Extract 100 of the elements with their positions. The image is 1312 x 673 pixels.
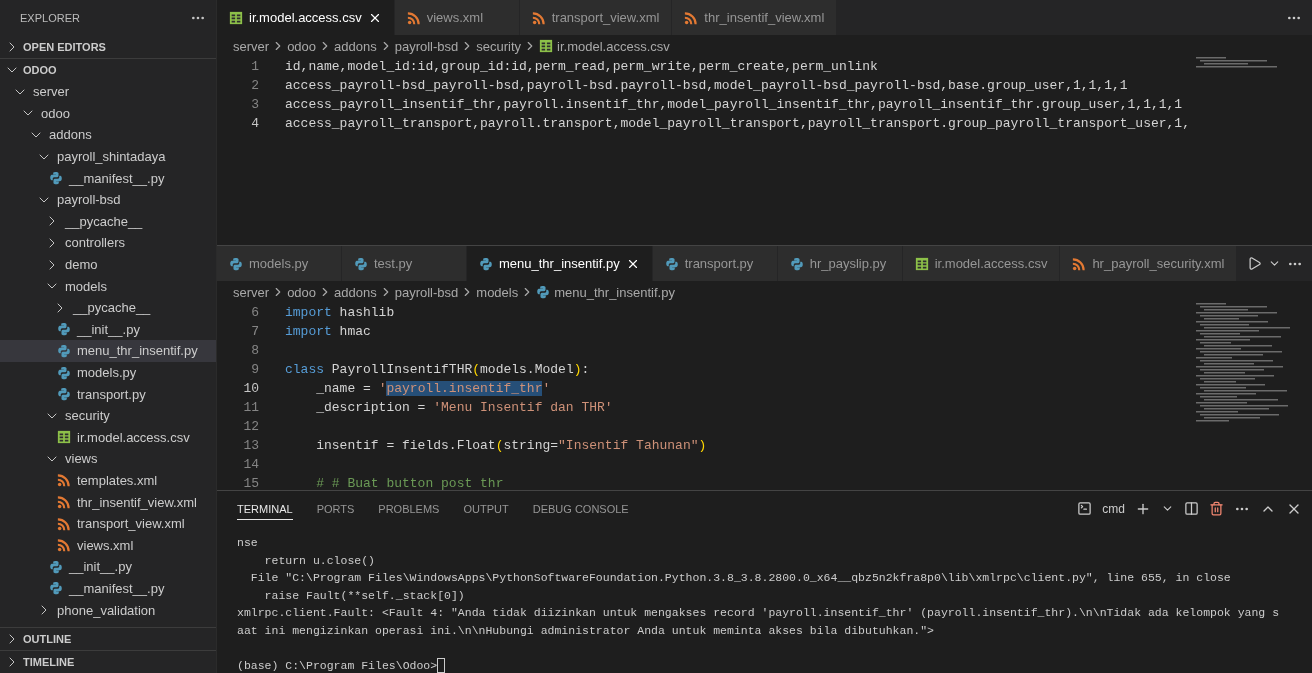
folder-item[interactable]: demo <box>0 253 216 276</box>
editor-tab[interactable]: ir.model.access.csv <box>217 0 395 35</box>
panel-tab[interactable]: DEBUG CONSOLE <box>532 497 629 520</box>
panel-tab[interactable]: OUTPUT <box>463 497 509 520</box>
python-file-icon <box>49 559 63 574</box>
breadcrumb-item[interactable]: server <box>233 284 270 300</box>
file-item[interactable]: models.py <box>0 361 216 384</box>
breadcrumb-item[interactable]: ir.model.access.csv <box>539 38 670 54</box>
breadcrumb-item[interactable]: addons <box>334 38 377 54</box>
rss-file-icon <box>57 516 71 531</box>
run-icon[interactable] <box>1247 256 1263 271</box>
editor-tab[interactable]: hr_payslip.py <box>777 246 903 281</box>
file-item[interactable]: views.xml <box>0 534 216 557</box>
terminal-line: xmlrpc.client.Fault: <Fault 4: "Anda tidak diizinkan untuk mengakses record 'payroll.insentif_thr' (payroll.insentif_thr).\n\nTidak ada kelompok yang s <box>237 605 1281 622</box>
editor-tab[interactable]: thr_insentif_view.xml <box>672 0 838 35</box>
terminal-line: aat ini mengizinkan operasi ini.\n\nHubungi administrator Anda untuk meminta akses bila dibutuhkan."> <box>237 622 935 639</box>
line-number: 8 <box>250 342 259 360</box>
breadcrumb-item[interactable]: menu_thr_insentif.py <box>536 284 675 300</box>
editor-tab[interactable]: transport.py <box>652 246 778 281</box>
terminal-prompt: (base) C:\Program Files\Odoo> <box>237 658 438 673</box>
spreadsheet-file-icon <box>229 10 243 25</box>
line-number: 12 <box>242 418 259 436</box>
folder-item[interactable]: security <box>0 404 216 427</box>
terminal-icon[interactable] <box>1077 501 1093 516</box>
trash-icon[interactable] <box>1209 501 1224 516</box>
code-line: import hmac <box>285 323 372 341</box>
sidebar-title: EXPLORER <box>20 12 80 24</box>
python-file-icon <box>664 256 679 271</box>
breadcrumb-item[interactable]: odoo <box>287 38 317 54</box>
folder-item[interactable]: server <box>0 81 216 103</box>
terminal-profile[interactable]: cmd <box>1102 501 1125 516</box>
code-line: import hashlib <box>285 304 396 322</box>
section-header[interactable]: OUTLINE <box>0 627 216 650</box>
python-file-icon <box>479 256 493 271</box>
editor-tab[interactable]: menu_thr_insentif.py <box>467 246 653 281</box>
folder-item[interactable]: models <box>0 275 216 297</box>
editor-tab[interactable]: models.py <box>217 246 342 281</box>
code-line: insentif = fields.Float(string="Insentif Tahunan") <box>315 437 708 455</box>
python-file-icon <box>49 171 63 186</box>
editor-tab[interactable]: test.py <box>342 246 467 281</box>
python-file-icon <box>354 256 368 271</box>
python-file-icon <box>789 256 804 271</box>
python-file-icon <box>57 365 71 380</box>
file-item[interactable]: menu_thr_insentif.py <box>0 340 216 362</box>
file-item[interactable]: __init__.py <box>0 318 216 341</box>
line-number: 15 <box>242 475 259 490</box>
python-file-icon <box>57 322 71 337</box>
line-number: 9 <box>250 361 259 379</box>
spreadsheet-file-icon <box>57 430 71 445</box>
file-item[interactable]: __init__.py <box>0 556 216 578</box>
terminal-cursor <box>437 658 446 673</box>
breadcrumb-item[interactable]: odoo <box>287 284 317 300</box>
panel-tab[interactable]: PORTS <box>316 497 355 520</box>
breadcrumb-item[interactable]: server <box>233 38 270 54</box>
editor-tab[interactable]: hr_payroll_security.xml <box>1060 246 1238 281</box>
section-header[interactable]: ODOO <box>0 58 216 81</box>
section-header[interactable]: TIMELINE <box>0 650 216 673</box>
code-line: id,name,model_id:id,group_id:id,perm_read,perm_write,perm_create,perm_unlink <box>285 58 879 76</box>
folder-item[interactable]: payroll_shintadaya <box>0 145 216 168</box>
file-item[interactable]: transport_view.xml <box>0 512 216 535</box>
folder-item[interactable]: payroll-bsd <box>0 188 216 211</box>
folder-item[interactable]: phone_validation <box>0 599 216 621</box>
line-number: 6 <box>250 304 259 322</box>
line-number: 3 <box>250 96 259 114</box>
file-item[interactable]: transport.py <box>0 383 216 405</box>
editor-tab[interactable]: ir.model.access.csv <box>902 246 1061 281</box>
line-number: 13 <box>242 437 259 455</box>
file-item[interactable]: thr_insentif_view.xml <box>0 491 216 513</box>
folder-item[interactable]: odoo <box>0 102 216 125</box>
spreadsheet-file-icon <box>539 39 554 53</box>
breadcrumb-item[interactable]: addons <box>334 284 377 300</box>
code-line: # # Buat button post thr <box>315 475 505 490</box>
file-item[interactable]: __manifest__.py <box>0 577 216 600</box>
folder-item[interactable]: __pycache__ <box>0 296 216 319</box>
breadcrumb-item[interactable]: security <box>476 38 522 54</box>
code-line: class PayrollInsentifTHR(models.Model): <box>285 361 591 379</box>
code-line: access_payroll_transport,payroll.transport,model_payroll_transport,payroll_transport.group_payroll_transport_user,1, <box>285 115 1188 133</box>
breadcrumb-item[interactable]: payroll-bsd <box>394 284 459 300</box>
line-number: 1 <box>250 58 259 76</box>
split-icon[interactable] <box>1184 501 1199 516</box>
file-item[interactable]: ir.model.access.csv <box>0 426 216 449</box>
python-file-icon <box>536 285 551 299</box>
editor-tab[interactable]: transport_view.xml <box>519 0 673 35</box>
python-file-icon <box>49 581 63 596</box>
rss-file-icon <box>57 495 71 510</box>
editor-tab[interactable]: views.xml <box>394 0 520 35</box>
code-line: access_payroll_insentif_thr,payroll.insentif_thr,model_payroll_insentif_thr,payroll_insentif_thr.group_user,1,1,1,1 <box>285 96 1184 114</box>
code-line: access_payroll-bsd_payroll-bsd,payroll-bsd.payroll-bsd,model_payroll-bsd_payroll-bsd,base.group_user,1,1,1,1 <box>285 77 1129 95</box>
breadcrumb-item[interactable]: payroll-bsd <box>394 38 459 54</box>
folder-item[interactable]: addons <box>0 124 216 146</box>
folder-item[interactable]: __pycache__ <box>0 210 216 233</box>
file-item[interactable]: templates.xml <box>0 469 216 492</box>
folder-item[interactable]: views <box>0 448 216 470</box>
file-item[interactable]: __manifest__.py <box>0 167 216 189</box>
line-number: 4 <box>250 115 259 133</box>
breadcrumb-item[interactable]: models <box>476 284 519 300</box>
panel-tab[interactable]: TERMINAL <box>237 497 293 520</box>
panel-tab[interactable]: PROBLEMS <box>378 497 440 520</box>
folder-item[interactable]: controllers <box>0 232 216 254</box>
section-header[interactable]: OPEN EDITORS <box>0 36 216 58</box>
